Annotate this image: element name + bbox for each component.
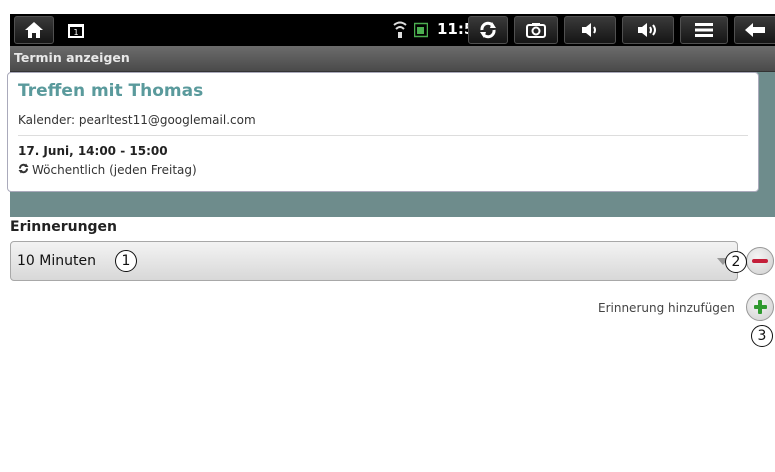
repeat-icon — [18, 163, 29, 177]
add-reminder-label[interactable]: Erinnerung hinzufügen — [598, 301, 735, 315]
remove-reminder-button[interactable] — [746, 247, 774, 275]
wifi-icon — [393, 21, 407, 43]
callout-3: 3 — [751, 325, 773, 347]
event-repeat-text: Wöchentlich (jeden Freitag) — [32, 163, 197, 177]
sync-icon — [480, 21, 496, 39]
callout-2: 2 — [725, 251, 747, 273]
reminder-time-value: 10 Minuten — [17, 253, 96, 269]
back-button[interactable] — [734, 16, 775, 44]
callout-1: 1 — [115, 250, 137, 272]
divider — [18, 135, 748, 136]
volume-up-icon — [638, 23, 656, 37]
status-bar: 1 11:53 — [10, 14, 775, 46]
event-title: Treffen mit Thomas — [18, 81, 204, 101]
back-icon — [745, 23, 765, 37]
screen: 1 11:53 Termin anzeigen Treffen mit Thom… — [0, 0, 775, 472]
event-time: 17. Juni, 14:00 - 15:00 — [18, 144, 168, 158]
left-border — [0, 0, 10, 472]
home-icon — [25, 22, 43, 38]
event-calendar: Kalender: pearltest11@googlemail.com — [18, 113, 256, 127]
volume-up-button[interactable] — [622, 16, 674, 44]
menu-icon — [695, 23, 713, 37]
volume-down-icon — [582, 23, 596, 37]
svg-text:1: 1 — [73, 28, 78, 37]
reminders-heading: Erinnerungen — [10, 219, 118, 235]
event-card: Treffen mit Thomas Kalender: pearltest11… — [7, 72, 759, 192]
page-title: Termin anzeigen — [14, 50, 130, 65]
volume-down-button[interactable] — [564, 16, 616, 44]
calendar-day-icon: 1 — [68, 23, 84, 42]
title-bar: Termin anzeigen — [10, 46, 775, 72]
sync-button[interactable] — [468, 16, 508, 44]
camera-icon — [526, 23, 546, 38]
screenshot-button[interactable] — [514, 16, 558, 44]
minus-icon — [752, 259, 768, 263]
add-reminder-button[interactable] — [746, 293, 774, 321]
event-repeat: Wöchentlich (jeden Freitag) — [18, 163, 197, 177]
battery-icon — [413, 22, 429, 42]
home-button[interactable] — [14, 16, 54, 44]
menu-button[interactable] — [680, 16, 728, 44]
